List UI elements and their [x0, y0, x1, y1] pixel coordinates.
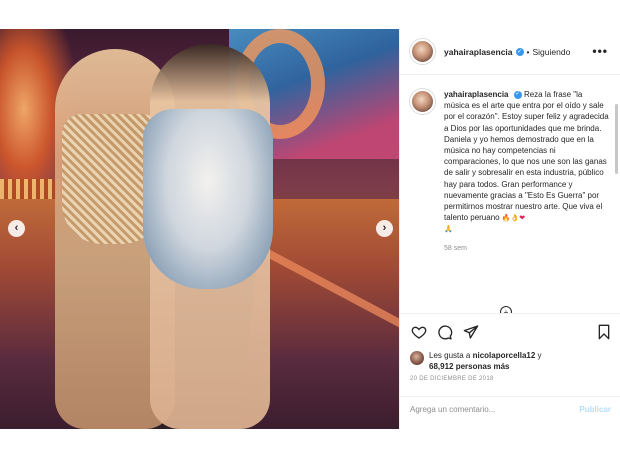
post-actions-panel: Les gusta a nicolaporcella12 y 68,912 pe… [400, 313, 620, 421]
caption-text: Reza la frase "la música es el arte que … [444, 90, 609, 223]
likes-summary: Les gusta a nicolaporcella12 y 68,912 pe… [410, 350, 610, 372]
like-button[interactable] [410, 323, 428, 341]
heart-outline-icon [411, 326, 427, 339]
post-sidebar: yahairaplasencia ✓ • Siguiendo ••• yahai… [399, 29, 620, 429]
header-separator: • [526, 46, 530, 57]
bookmark-icon [598, 324, 610, 340]
paper-plane-icon [463, 325, 479, 339]
caption-username[interactable]: yahairaplasencia [444, 90, 508, 99]
caption-verified-icon: ✓ [513, 90, 522, 99]
ok-hand-emoji-icon: 👌 [510, 214, 520, 222]
liker-username[interactable]: nicolaporcella12 [473, 351, 536, 360]
following-button[interactable]: Siguiendo [533, 47, 571, 57]
comment-input[interactable] [410, 405, 580, 414]
prev-photo-button[interactable]: ‹ [8, 220, 25, 237]
post-date: 20 DE DICIEMBRE DE 2018 [410, 376, 494, 382]
save-button[interactable] [595, 323, 613, 341]
heart-emoji-icon: ❤ [519, 214, 526, 222]
liker-avatar[interactable] [410, 351, 424, 365]
post-caption: yahairaplasencia ✓ Reza la frase "la mús… [410, 89, 610, 254]
likes-text: Les gusta a nicolaporcella12 y 68,912 pe… [429, 350, 542, 372]
chevron-left-icon: ‹ [14, 222, 19, 234]
likes-count[interactable]: 68,912 personas más [429, 362, 510, 371]
action-icons-row [410, 323, 610, 343]
pray-emoji-icon: 🙏 [444, 226, 453, 233]
next-photo-button[interactable]: › [376, 220, 393, 237]
post-header: yahairaplasencia ✓ • Siguiendo ••• [400, 29, 620, 75]
person-right-outfit [143, 109, 273, 289]
instagram-post: ‹ › yahairaplasencia ✓ • Siguiendo ••• y… [0, 29, 620, 429]
more-dots-icon[interactable]: ••• [592, 44, 608, 58]
chevron-right-icon: › [382, 222, 387, 234]
likes-conjunction: y [537, 351, 542, 360]
likes-prefix: Les gusta a [429, 351, 471, 360]
comment-bar: Publicar [400, 396, 620, 422]
caption-author-avatar[interactable] [410, 89, 435, 114]
share-button[interactable] [462, 323, 480, 341]
author-avatar[interactable] [410, 39, 435, 64]
fire-emoji-icon: 🔥 [501, 214, 511, 222]
publish-button[interactable]: Publicar [579, 405, 611, 414]
comments-scrollbar[interactable] [615, 104, 618, 174]
caption-body: yahairaplasencia ✓ Reza la frase "la mús… [444, 89, 609, 254]
caption-timestamp: 58 sem [444, 245, 467, 253]
post-photo[interactable]: ‹ › [0, 29, 399, 429]
comment-bubble-icon [438, 325, 453, 340]
verified-badge-icon: ✓ [515, 47, 524, 56]
comment-button[interactable] [436, 323, 454, 341]
author-username[interactable]: yahairaplasencia [444, 47, 513, 57]
